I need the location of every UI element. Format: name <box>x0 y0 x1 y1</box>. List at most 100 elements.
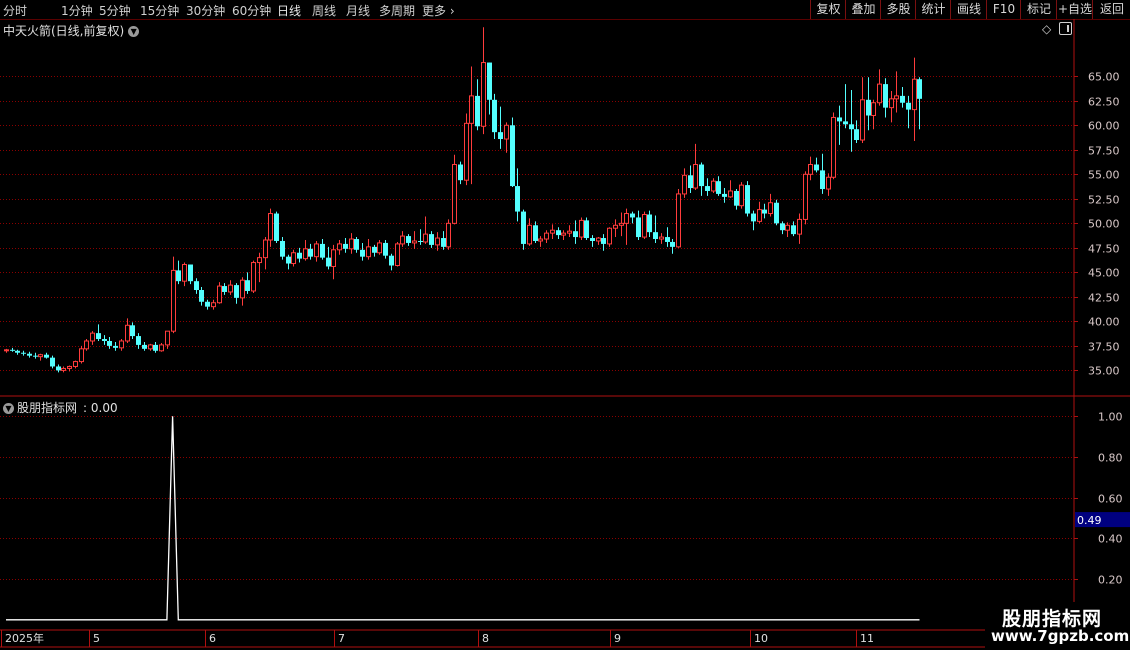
candle-body-up <box>860 99 865 141</box>
candle-body-up <box>268 213 273 241</box>
candle-body-down <box>849 124 854 130</box>
price-tick-label: 65.00 <box>1088 71 1120 84</box>
candle-body-down <box>107 340 112 346</box>
candle-body-down <box>636 217 641 238</box>
candle-body-down <box>136 336 141 345</box>
candle-body-up <box>182 264 187 282</box>
candle-body-down <box>199 290 204 302</box>
candle-body-up <box>400 235 405 245</box>
candle-body-up <box>67 365 72 369</box>
candle-body-up <box>803 173 808 220</box>
candle-body-down <box>722 193 727 197</box>
time-tick-label: 8 <box>482 632 489 645</box>
candle-body-down <box>102 339 107 341</box>
candle-body-down <box>153 344 158 351</box>
candle-body-down <box>814 164 819 171</box>
candle-body-up <box>228 284 233 293</box>
candle-body-down <box>521 211 526 244</box>
candle-body-up <box>808 164 813 175</box>
candle-body-down <box>751 213 756 222</box>
candle-body-up <box>423 233 428 243</box>
candle-body-down <box>556 230 561 236</box>
candle-body-down <box>274 213 279 241</box>
candle-body-down <box>27 353 32 356</box>
candle-body-down <box>716 181 721 194</box>
candle-body-up <box>240 279 245 299</box>
candle-body-down <box>665 237 670 242</box>
candle-body-up <box>148 344 153 350</box>
candle-body-up <box>659 236 664 240</box>
candle-body-down <box>458 164 463 181</box>
candle-body-down <box>176 270 181 282</box>
candle-body-up <box>251 262 256 292</box>
candle-body-down <box>734 190 739 206</box>
candle-body-up <box>217 285 222 304</box>
candle-body-up <box>464 122 469 181</box>
candle-body-down <box>670 241 675 247</box>
candle-body-down <box>96 333 101 340</box>
candle-body-up <box>739 184 744 207</box>
indicator-tick-label: 0.40 <box>1098 533 1123 546</box>
indicator-line <box>6 416 920 621</box>
candle-body-up <box>728 190 733 198</box>
candle-body-down <box>883 84 888 108</box>
candle-body-up <box>797 218 802 235</box>
price-tick-label: 50.00 <box>1088 218 1120 231</box>
kline-chart[interactable]: 65.00 62.50 60.00 57.50 55.00 52.50 50.00 47.50… <box>0 0 1130 650</box>
candle-body-up <box>527 224 532 245</box>
price-tick-label: 52.50 <box>1088 194 1120 207</box>
time-tick-label: 7 <box>338 632 345 645</box>
candle-body-down <box>441 238 446 247</box>
candle-body-down <box>326 257 331 267</box>
candle-body-up <box>613 224 618 229</box>
candle-body-down <box>573 231 578 238</box>
candle-body-up <box>567 230 572 234</box>
candle-body-up <box>676 193 681 248</box>
indicator-tick-label: 0.80 <box>1098 452 1123 465</box>
candle-body-up <box>596 237 601 242</box>
candle-body-up <box>211 302 216 308</box>
candle-body-up <box>826 176 831 190</box>
candle-body-up <box>889 98 894 109</box>
time-tick-label: 9 <box>614 632 621 645</box>
candle-body-down <box>774 202 779 224</box>
candle-body-up <box>159 344 164 352</box>
candle-body-down <box>601 238 606 244</box>
candle-body-up <box>257 257 262 264</box>
candle-body-up <box>711 180 716 192</box>
watermark: 股朋指标网 www.7gpzb.com <box>985 602 1130 648</box>
candle-body-down <box>343 243 348 249</box>
candle-body-up <box>303 248 308 260</box>
candle-body-up <box>912 78 917 111</box>
candle-body-up <box>693 164 698 189</box>
price-tick-label: 62.50 <box>1088 96 1120 109</box>
candle-body-down <box>15 350 20 353</box>
candle-body-down <box>533 225 538 241</box>
candle-body-up <box>768 202 773 215</box>
candle-body-down <box>297 252 302 259</box>
candle-body-up <box>624 213 629 224</box>
candle-body-down <box>389 255 394 266</box>
candle-body-down <box>142 344 147 349</box>
candle-body-down <box>900 95 905 103</box>
candle-body-up <box>377 242 382 254</box>
candle-body-up <box>90 332 95 342</box>
candle-body-up <box>831 116 836 178</box>
candle-body-down <box>762 209 767 214</box>
cursor-value-label: 0.49 <box>1077 514 1102 527</box>
candle-body-down <box>584 220 589 239</box>
candle-body-up <box>481 62 486 127</box>
candle-body-down <box>44 354 49 358</box>
candle-body-down <box>50 357 55 367</box>
candle-body-down <box>590 238 595 241</box>
candle-body-down <box>653 232 658 240</box>
candle-body-up <box>349 238 354 250</box>
candle-body-down <box>917 79 922 99</box>
candle-body-up <box>366 246 371 258</box>
candle-body-down <box>354 239 359 250</box>
candle-body-up <box>165 330 170 346</box>
candle-body-up <box>446 222 451 248</box>
price-tick-label: 45.00 <box>1088 267 1120 280</box>
candle-body-down <box>194 281 199 290</box>
watermark-line2: www.7gpzb.com <box>991 627 1130 645</box>
